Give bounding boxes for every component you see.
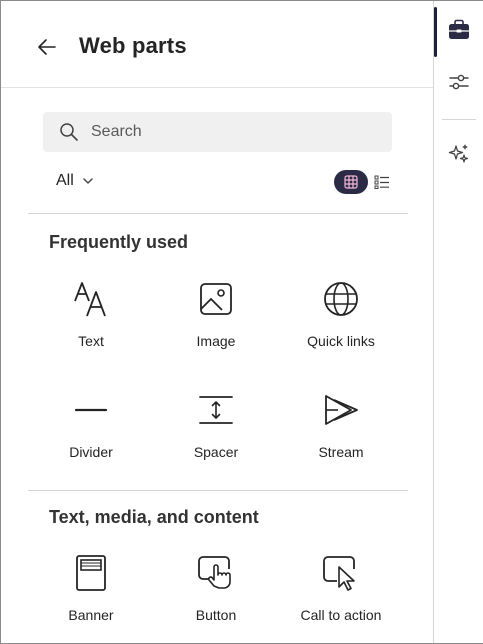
banner-icon: [69, 551, 113, 595]
section-divider: [28, 490, 408, 491]
sparkle-icon: [448, 144, 468, 163]
image-icon: [194, 277, 238, 321]
section-title-frequently-used: Frequently used: [49, 232, 189, 252]
web-part-spacer[interactable]: Spacer: [161, 388, 271, 478]
page-title: Web parts: [79, 33, 187, 58]
tile-label: Banner: [68, 607, 114, 623]
section-divider: [28, 213, 408, 214]
view-toggle: [334, 170, 392, 194]
sliders-icon: [448, 74, 469, 90]
rail-design-ideas-button[interactable]: [434, 129, 483, 179]
rail-divider: [442, 119, 476, 120]
tile-label: Call to action: [300, 607, 382, 623]
tile-label: Image: [196, 333, 236, 349]
web-part-stream[interactable]: Stream: [286, 388, 396, 478]
web-parts-panel: Web parts All: [1, 1, 433, 643]
button-icon: [194, 551, 238, 595]
search-box[interactable]: [43, 112, 392, 152]
web-part-image[interactable]: Image: [161, 277, 271, 367]
tile-label: Text: [78, 333, 104, 349]
toolbox-icon: [448, 19, 469, 39]
text-icon: [69, 277, 113, 321]
divider-icon: [69, 388, 113, 432]
web-part-quick-links[interactable]: Quick links: [286, 277, 396, 367]
web-part-button[interactable]: Button: [161, 551, 271, 641]
tile-label: Spacer: [193, 444, 239, 460]
list-icon: [374, 175, 389, 189]
chevron-down-icon: [82, 175, 94, 187]
list-view-button[interactable]: [372, 170, 392, 194]
tile-label: Stream: [318, 444, 364, 460]
call-to-action-icon: [319, 551, 363, 595]
panel-header: Web parts: [1, 1, 433, 88]
rail-toolbox-button[interactable]: [434, 5, 483, 55]
web-part-text[interactable]: Text: [36, 277, 146, 367]
web-part-banner[interactable]: Banner: [36, 551, 146, 641]
stream-icon: [319, 388, 363, 432]
tile-label: Divider: [69, 444, 113, 460]
arrow-left-icon: [38, 39, 56, 55]
category-filter-dropdown[interactable]: All: [56, 172, 94, 190]
spacer-icon: [194, 388, 238, 432]
section-title-text-media-content: Text, media, and content: [49, 507, 259, 527]
rail-properties-button[interactable]: [434, 57, 483, 107]
search-icon: [59, 122, 79, 142]
search-input[interactable]: [89, 122, 363, 142]
tile-label: Quick links: [307, 333, 375, 349]
back-button[interactable]: [29, 29, 65, 65]
tile-label: Button: [195, 607, 237, 623]
side-rail: [433, 1, 483, 643]
grid-view-button[interactable]: [334, 170, 368, 194]
web-part-divider[interactable]: Divider: [36, 388, 146, 478]
web-part-call-to-action[interactable]: Call to action: [286, 551, 396, 641]
filter-label: All: [56, 172, 74, 189]
grid-icon: [344, 175, 358, 189]
globe-icon: [319, 277, 363, 321]
